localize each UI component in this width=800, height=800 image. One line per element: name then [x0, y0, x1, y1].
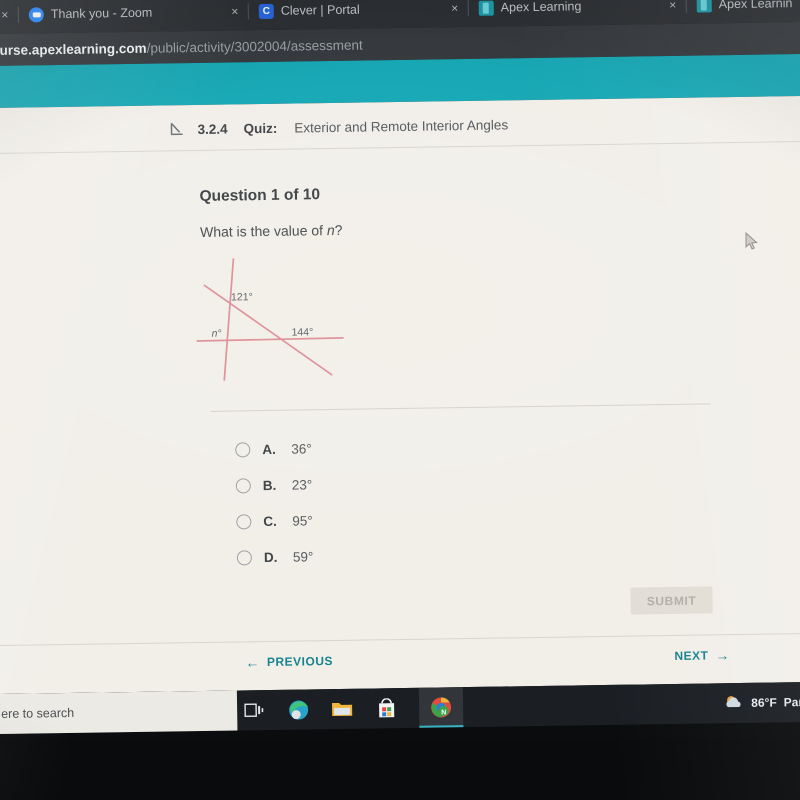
question-variable: n — [326, 221, 335, 239]
option-value: 23° — [291, 476, 313, 493]
search-placeholder: ere to search — [1, 705, 75, 721]
quiz-number: 3.2.4 — [197, 121, 228, 137]
radio-button-b[interactable] — [235, 477, 251, 493]
footer-divider — [0, 632, 800, 647]
zoom-icon — [28, 6, 44, 22]
apex-icon — [696, 0, 712, 13]
tab-title: Clever | Portal — [280, 2, 360, 18]
transversal-angles-diagram: 121° n° 144° — [190, 251, 357, 388]
tab-separator — [17, 6, 19, 23]
radio-button-a[interactable] — [235, 441, 251, 457]
figure-label-121: 121° — [231, 291, 253, 303]
answer-option-a[interactable]: A. 36° — [235, 430, 312, 467]
radio-button-c[interactable] — [236, 513, 252, 529]
browser-tab-1[interactable]: × C Clever | Portal — [228, 0, 360, 31]
microsoft-store-icon[interactable] — [375, 697, 397, 719]
tab-close-icon[interactable]: × — [449, 1, 461, 15]
tab-title: Apex Learning — [500, 0, 582, 15]
arrow-right-icon: → — [715, 647, 731, 664]
option-letter: D. — [263, 549, 278, 565]
browser-tab-3[interactable]: × Apex Learnin — [666, 0, 792, 24]
tab-title: Apex Learnin — [718, 0, 793, 12]
quiz-keyword: Quiz: — [243, 120, 278, 137]
edge-icon[interactable] — [287, 698, 309, 720]
url-domain: ourse.apexlearning.com — [0, 40, 147, 58]
quiz-breadcrumb: 3.2.4 Quiz: Exterior and Remote Interior… — [168, 116, 508, 138]
clever-icon: C — [258, 3, 274, 19]
file-explorer-icon[interactable] — [331, 698, 353, 720]
weather-widget[interactable]: 86°F Partly — [724, 682, 800, 723]
header-divider — [0, 140, 800, 155]
url-path: /public/activity/3002004/assessment — [146, 37, 363, 56]
question-counter: Question 1 of 10 — [199, 186, 321, 205]
previous-button[interactable]: ← PREVIOUS — [245, 653, 333, 670]
next-label: NEXT — [674, 648, 709, 663]
submit-button[interactable]: SUBMIT — [630, 586, 713, 615]
weather-description: Partly — [783, 694, 800, 710]
tab-separator — [685, 0, 687, 13]
question-prefix: What is the value of — [199, 222, 327, 240]
monitor-screen: × Thank you - Zoom × C Clever | Portal ×… — [0, 0, 800, 741]
answer-option-c[interactable]: C. 95° — [236, 502, 313, 539]
previous-label: PREVIOUS — [266, 654, 334, 670]
tab-close-icon[interactable]: × — [667, 0, 679, 12]
question-suffix: ? — [334, 221, 343, 238]
taskbar-search-input[interactable]: ere to search — [0, 690, 238, 735]
browser-tab-2[interactable]: × Apex Learning — [448, 0, 581, 27]
tab-title: Thank you - Zoom — [50, 5, 153, 22]
option-value: 59° — [292, 548, 314, 565]
radio-button-d[interactable] — [236, 549, 252, 565]
figure-label-144: 144° — [291, 326, 313, 338]
mouse-cursor — [745, 231, 759, 251]
quiz-page: 3.2.4 Quiz: Exterior and Remote Interior… — [0, 95, 800, 695]
tab-separator — [467, 0, 469, 16]
svg-text:N: N — [441, 709, 446, 716]
task-view-icon[interactable] — [243, 699, 265, 721]
tab-separator — [247, 3, 249, 20]
option-letter: C. — [263, 513, 277, 529]
screenshot-root: × Thank you - Zoom × C Clever | Portal ×… — [0, 0, 800, 800]
option-letter: B. — [262, 477, 277, 493]
tab-close-icon[interactable]: × — [229, 4, 241, 18]
angle-icon — [168, 121, 185, 138]
answer-option-b[interactable]: B. 23° — [235, 466, 313, 503]
option-value: 95° — [292, 512, 313, 529]
chrome-icon[interactable]: N — [418, 687, 464, 728]
option-letter: A. — [262, 441, 276, 457]
tab-close-icon[interactable]: × — [0, 8, 11, 22]
answer-options-list: A. 36° B. 23° C. 95° D. 59° — [235, 430, 314, 575]
taskbar-icon-group: N — [243, 687, 464, 730]
answer-option-d[interactable]: D. 59° — [236, 538, 314, 575]
next-button[interactable]: NEXT → — [674, 647, 730, 664]
option-value: 36° — [291, 440, 312, 457]
quiz-title: Exterior and Remote Interior Angles — [294, 117, 509, 136]
browser-tab-0[interactable]: × Thank you - Zoom — [0, 0, 153, 34]
partly-cloudy-icon — [724, 693, 744, 712]
question-text: What is the value of n? — [200, 222, 343, 240]
arrow-left-icon: ← — [245, 654, 261, 671]
figure-label-n: n° — [211, 328, 221, 340]
laptop-bezel — [0, 738, 800, 800]
apex-icon — [478, 0, 494, 16]
content-divider — [210, 403, 711, 412]
weather-temperature: 86°F — [751, 695, 777, 710]
